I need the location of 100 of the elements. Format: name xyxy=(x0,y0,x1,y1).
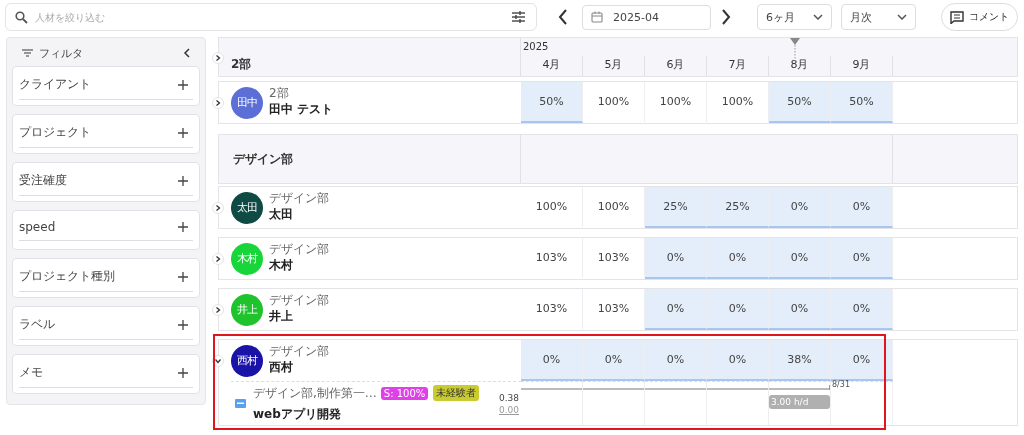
person-name: 西村 xyxy=(269,358,294,376)
utilization-cell: 50% xyxy=(521,82,583,123)
plus-icon[interactable] xyxy=(178,175,188,186)
chevron-right-icon xyxy=(215,204,221,211)
utilization-cell: 100% xyxy=(521,187,583,228)
chevron-right-icon xyxy=(215,55,221,61)
interval-select[interactable]: 月次 xyxy=(841,4,916,30)
utilization-cell: 0% xyxy=(831,340,893,381)
tag: 未経験者 xyxy=(433,385,480,401)
month-header: 4月 xyxy=(542,57,561,72)
utilization-cell: 0% xyxy=(645,340,707,381)
filter-card[interactable]: クライアント xyxy=(12,66,200,106)
utilization-cell: 38% xyxy=(769,340,831,381)
expand-toggle[interactable] xyxy=(212,252,224,265)
person-name: 井上 xyxy=(269,307,294,325)
utilization-cell: 103% xyxy=(521,289,583,330)
utilization-cell: 50% xyxy=(769,82,831,123)
filter-card[interactable]: メモ xyxy=(12,354,200,394)
utilization-cell: 50% xyxy=(831,82,893,123)
utilization-cell: 25% xyxy=(645,187,707,228)
filter-card[interactable]: プロジェクト xyxy=(12,114,200,154)
plus-icon[interactable] xyxy=(178,222,188,232)
filter-settings-icon[interactable] xyxy=(512,11,525,23)
chevron-right-icon xyxy=(215,99,221,106)
comment-button[interactable]: コメント xyxy=(941,3,1018,31)
next-icon[interactable] xyxy=(721,9,731,25)
avatar: 田中 xyxy=(231,86,263,119)
month-header: 7月 xyxy=(728,57,747,72)
calendar-icon xyxy=(591,11,603,23)
expand-toggle[interactable] xyxy=(212,96,224,109)
month-header: 9月 xyxy=(852,57,871,72)
filter-label: プロジェクト種別 xyxy=(19,268,115,285)
utilization-cell: 0% xyxy=(521,340,583,381)
department-label: デザイン部 xyxy=(269,243,329,257)
collapse-icon[interactable] xyxy=(183,48,190,58)
expand-toggle[interactable] xyxy=(212,303,224,316)
comment-icon xyxy=(950,10,964,24)
plus-icon[interactable] xyxy=(178,319,188,330)
hours-value: 0.38 xyxy=(498,392,519,403)
utilization-cell: 100% xyxy=(583,82,645,123)
filter-card[interactable]: speed xyxy=(12,210,200,250)
utilization-cell: 0% xyxy=(707,289,769,330)
project-name: webアプリ開発 xyxy=(253,405,342,423)
month-header: 5月 xyxy=(604,57,623,72)
filter-card[interactable]: 受注確度 xyxy=(12,162,200,202)
period-select[interactable]: 6ヶ月 xyxy=(757,4,832,30)
month-header: 8月 xyxy=(790,57,809,72)
filter-icon xyxy=(22,49,33,57)
project-department: デザイン部,制作第一… xyxy=(253,384,377,402)
utilization-cell: 0% xyxy=(831,289,893,330)
department-label: デザイン部 xyxy=(269,345,329,359)
search-field[interactable]: 人材を絞り込む xyxy=(5,3,537,31)
filter-label: プロジェクト xyxy=(19,124,91,141)
period-end-label: 8/31 xyxy=(832,380,850,389)
department-label: デザイン部 xyxy=(269,294,329,308)
hours-value: 0.00 xyxy=(498,404,519,415)
plus-icon[interactable] xyxy=(178,271,188,282)
project-icon xyxy=(235,399,246,408)
date-field[interactable]: 2025-04 xyxy=(582,4,711,30)
plus-icon[interactable] xyxy=(178,367,188,378)
month-header: 6月 xyxy=(666,57,685,72)
year-label: 2025 xyxy=(523,41,549,52)
filter-label: クライアント xyxy=(19,76,91,93)
avatar: 西村 xyxy=(231,344,263,377)
chevron-right-icon xyxy=(215,255,221,262)
utilization-cell: 0% xyxy=(707,340,769,381)
utilization-cell: 0% xyxy=(583,340,645,381)
person-name: 田中 テスト xyxy=(269,100,334,118)
person-name: 木村 xyxy=(269,256,294,274)
utilization-cell: 0% xyxy=(769,238,831,279)
person-name: 太田 xyxy=(269,205,294,223)
utilization-cell: 0% xyxy=(831,187,893,228)
chevron-right-icon xyxy=(215,306,221,313)
filter-card[interactable]: プロジェクト種別 xyxy=(12,258,200,298)
department-label: デザイン部 xyxy=(269,192,329,206)
expand-toggle[interactable] xyxy=(212,201,224,214)
filter-title: フィルタ xyxy=(39,45,83,61)
plus-icon[interactable] xyxy=(178,127,188,138)
utilization-cell: 0% xyxy=(769,187,831,228)
filter-label: speed xyxy=(19,220,56,234)
plus-icon[interactable] xyxy=(178,79,188,90)
filter-card[interactable]: ラベル xyxy=(12,306,200,346)
utilization-cell: 25% xyxy=(707,187,769,228)
filter-label: メモ xyxy=(19,364,43,381)
avatar: 井上 xyxy=(231,293,263,326)
load-bar: 3.00 h/d xyxy=(769,395,830,409)
chevron-down-icon xyxy=(813,14,823,20)
group-name: デザイン部 xyxy=(233,150,293,168)
chevron-down-icon xyxy=(897,14,907,20)
previous-icon[interactable] xyxy=(558,9,568,25)
filter-label: ラベル xyxy=(19,316,55,333)
utilization-cell: 0% xyxy=(769,289,831,330)
expand-toggle[interactable] xyxy=(212,52,224,64)
utilization-cell: 0% xyxy=(645,289,707,330)
avatar: 木村 xyxy=(231,242,263,275)
filter-label: 受注確度 xyxy=(19,172,67,189)
utilization-cell: 0% xyxy=(645,238,707,279)
utilization-cell: 0% xyxy=(707,238,769,279)
utilization-cell: 100% xyxy=(645,82,707,123)
department-label: 2部 xyxy=(269,87,290,101)
